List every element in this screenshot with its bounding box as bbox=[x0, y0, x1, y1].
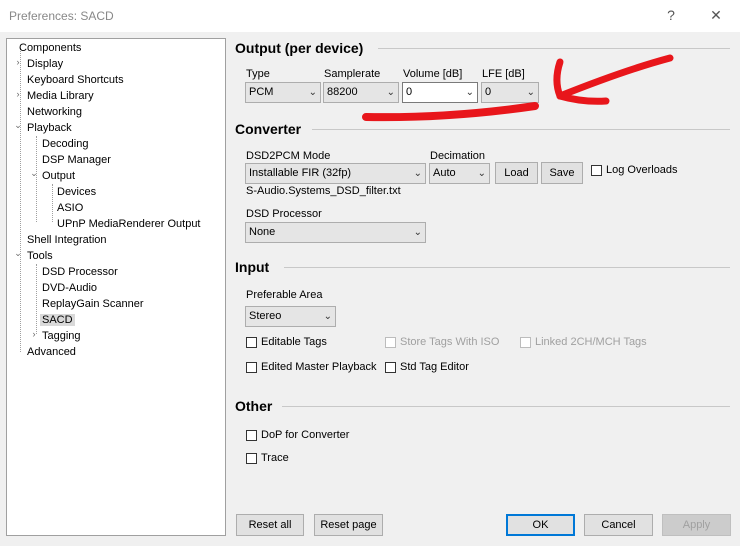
linked-tags-checkbox[interactable] bbox=[520, 337, 531, 348]
dsd2pcm-mode-select[interactable]: Installable FIR (32fp) ⌄ bbox=[245, 163, 426, 184]
cancel-button[interactable]: Cancel bbox=[584, 514, 653, 536]
apply-button[interactable]: Apply bbox=[662, 514, 731, 536]
chevron-right-icon[interactable]: › bbox=[13, 89, 23, 99]
chevron-down-icon[interactable]: ⌄ bbox=[13, 248, 23, 259]
tree-item-playback[interactable]: Playback bbox=[25, 120, 74, 136]
chevron-down-icon[interactable]: ⌄ bbox=[13, 120, 23, 131]
other-heading: Other bbox=[235, 398, 273, 414]
tree-item-networking[interactable]: Networking bbox=[25, 104, 84, 120]
help-button[interactable]: ? bbox=[656, 4, 686, 26]
chevron-down-icon: ⌄ bbox=[465, 87, 474, 98]
reset-page-button[interactable]: Reset page bbox=[314, 514, 383, 536]
tree-item-advanced[interactable]: Advanced bbox=[25, 344, 78, 360]
chevron-down-icon: ⌄ bbox=[386, 87, 395, 98]
chevron-right-icon[interactable]: › bbox=[13, 57, 23, 67]
tree-item-tools[interactable]: Tools bbox=[25, 248, 55, 264]
tree-item-dsp-manager[interactable]: DSP Manager bbox=[40, 152, 113, 168]
tree-item-devices[interactable]: Devices bbox=[55, 184, 98, 200]
tree-item-replaygain-scanner[interactable]: ReplayGain Scanner bbox=[40, 296, 146, 312]
tree-item-sacd[interactable]: SACD bbox=[40, 312, 75, 328]
edited-master-label: Edited Master Playback bbox=[261, 361, 377, 373]
load-button[interactable]: Load bbox=[495, 162, 538, 184]
tree-item-keyboard-shortcuts[interactable]: Keyboard Shortcuts bbox=[25, 72, 126, 88]
chevron-down-icon: ⌄ bbox=[477, 168, 486, 179]
preferable-area-select[interactable]: Stereo ⌄ bbox=[245, 306, 336, 327]
preferences-tree[interactable]: Components › Display Keyboard Shortcuts … bbox=[6, 38, 226, 536]
tree-item-display[interactable]: Display bbox=[25, 56, 65, 72]
dsd2pcm-mode-label: DSD2PCM Mode bbox=[246, 150, 331, 162]
tree-item-dvd-audio[interactable]: DVD-Audio bbox=[40, 280, 99, 296]
chevron-right-icon[interactable]: › bbox=[29, 329, 39, 339]
window-title: Preferences: SACD bbox=[9, 9, 114, 23]
std-tag-editor-checkbox[interactable] bbox=[385, 362, 396, 373]
close-button[interactable]: ✕ bbox=[701, 4, 731, 26]
store-tags-iso-checkbox[interactable] bbox=[385, 337, 396, 348]
dsd-processor-label: DSD Processor bbox=[246, 208, 322, 220]
chevron-down-icon: ⌄ bbox=[526, 87, 535, 98]
dsd-processor-select[interactable]: None ⌄ bbox=[245, 222, 426, 243]
volume-label: Volume [dB] bbox=[403, 68, 463, 80]
chevron-down-icon: ⌄ bbox=[413, 168, 422, 179]
dop-checkbox[interactable] bbox=[246, 430, 257, 441]
title-bar: Preferences: SACD ? ✕ bbox=[0, 0, 740, 32]
ok-button[interactable]: OK bbox=[506, 514, 575, 536]
trace-label: Trace bbox=[261, 452, 289, 464]
filter-file-name: S-Audio.Systems_DSD_filter.txt bbox=[246, 185, 401, 197]
tree-item-decoding[interactable]: Decoding bbox=[40, 136, 90, 152]
samplerate-select[interactable]: 88200 ⌄ bbox=[323, 82, 399, 103]
chevron-down-icon: ⌄ bbox=[413, 227, 422, 238]
tree-item-output[interactable]: Output bbox=[40, 168, 77, 184]
std-tag-editor-label: Std Tag Editor bbox=[400, 361, 469, 373]
tree-item-asio[interactable]: ASIO bbox=[55, 200, 85, 216]
chevron-down-icon: ⌄ bbox=[323, 311, 332, 322]
volume-select[interactable]: 0 ⌄ bbox=[402, 82, 478, 103]
reset-all-button[interactable]: Reset all bbox=[236, 514, 304, 536]
decimation-label: Decimation bbox=[430, 150, 486, 162]
lfe-select[interactable]: 0 ⌄ bbox=[481, 82, 539, 103]
preferences-window: Preferences: SACD ? ✕ Components › Displ… bbox=[0, 0, 740, 546]
log-overloads-checkbox[interactable] bbox=[591, 165, 602, 176]
chevron-down-icon[interactable]: ⌄ bbox=[29, 168, 39, 179]
decimation-select[interactable]: Auto ⌄ bbox=[429, 163, 490, 184]
save-button[interactable]: Save bbox=[541, 162, 583, 184]
tree-item-dsd-processor[interactable]: DSD Processor bbox=[40, 264, 120, 280]
chevron-down-icon: ⌄ bbox=[308, 87, 317, 98]
edited-master-checkbox[interactable] bbox=[246, 362, 257, 373]
store-tags-iso-label: Store Tags With ISO bbox=[400, 336, 500, 348]
editable-tags-checkbox[interactable] bbox=[246, 337, 257, 348]
tree-item-media-library[interactable]: Media Library bbox=[25, 88, 96, 104]
output-heading: Output (per device) bbox=[235, 40, 364, 56]
linked-tags-label: Linked 2CH/MCH Tags bbox=[535, 336, 647, 348]
dop-label: DoP for Converter bbox=[261, 429, 350, 441]
editable-tags-label: Editable Tags bbox=[261, 336, 327, 348]
lfe-label: LFE [dB] bbox=[482, 68, 525, 80]
preferable-area-label: Preferable Area bbox=[246, 289, 323, 301]
converter-heading: Converter bbox=[235, 121, 302, 137]
trace-checkbox[interactable] bbox=[246, 453, 257, 464]
type-label: Type bbox=[246, 68, 270, 80]
samplerate-label: Samplerate bbox=[324, 68, 381, 80]
type-select[interactable]: PCM ⌄ bbox=[245, 82, 321, 103]
tree-item-upnp-output[interactable]: UPnP MediaRenderer Output bbox=[55, 216, 203, 232]
tree-item-shell-integration[interactable]: Shell Integration bbox=[25, 232, 109, 248]
input-heading: Input bbox=[235, 259, 270, 275]
log-overloads-label: Log Overloads bbox=[606, 164, 678, 176]
tree-item-components[interactable]: Components bbox=[17, 40, 83, 56]
tree-item-tagging[interactable]: Tagging bbox=[40, 328, 83, 344]
